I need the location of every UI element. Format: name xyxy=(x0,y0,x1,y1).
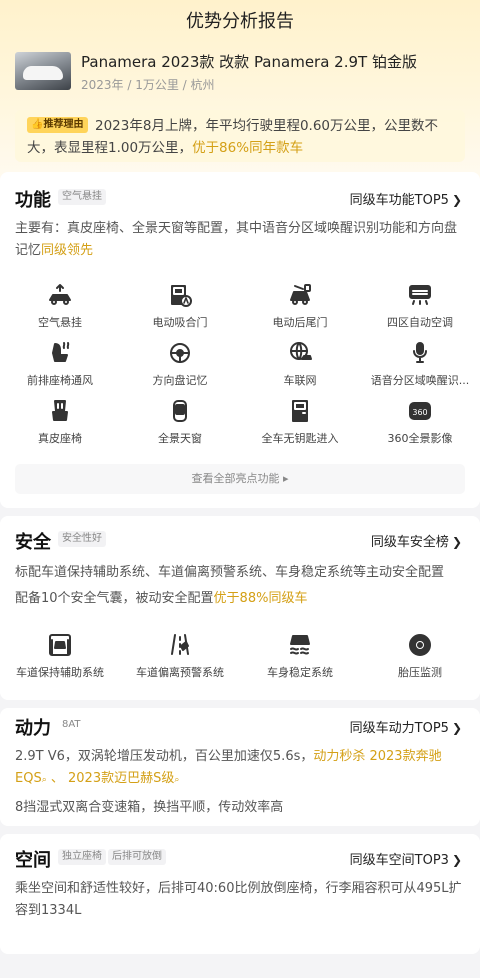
car-summary[interactable]: Panamera 2023款 改款 Panamera 2.9T 铂金版 2023… xyxy=(15,52,417,92)
chevron-right-icon: ❯ xyxy=(451,193,462,207)
features-title: 功能 xyxy=(15,190,51,211)
power-title: 动力 xyxy=(15,718,51,739)
recommend-highlight: 优于86%同年款车 xyxy=(192,140,304,156)
lane-keep-icon xyxy=(0,632,120,658)
keyless-entry-icon xyxy=(240,398,360,424)
safety-rank-link[interactable]: 同级车安全榜 ❯ xyxy=(371,531,462,550)
report-page: 优势分析报告 Panamera 2023款 改款 Panamera 2.9T 铂… xyxy=(0,0,480,978)
connected-car-icon xyxy=(240,340,360,366)
features-rank-link[interactable]: 同级车功能TOP5 ❯ xyxy=(350,189,462,208)
svg-text:360: 360 xyxy=(412,408,427,417)
feature-item-label: 空气悬挂 xyxy=(38,316,82,329)
feature-item[interactable]: 全车无钥匙进入 xyxy=(240,398,360,446)
feature-item[interactable]: 前排座椅通风 xyxy=(0,340,120,388)
lane-departure-icon xyxy=(120,632,240,658)
soft-close-door-icon xyxy=(120,282,240,308)
page-title: 优势分析报告 xyxy=(186,11,294,32)
feature-item[interactable]: 语音分区域唤醒识... xyxy=(360,340,480,388)
space-rank-link[interactable]: 同级车空间TOP3 ❯ xyxy=(350,849,462,868)
climate-control-icon xyxy=(360,282,480,308)
space-title: 空间 xyxy=(15,850,51,871)
camera-360-icon: 360 xyxy=(360,398,480,424)
feature-item-label: 方向盘记忆 xyxy=(152,374,208,387)
safety-item-label: 车道保持辅助系统 xyxy=(16,666,104,679)
safety-item-label: 胎压监测 xyxy=(398,666,442,679)
feature-item-label: 全景天窗 xyxy=(158,432,202,445)
recommend-text: 2023年8月上牌，年平均行驶里程0.60万公里，公里数不大，表显里程1.00万… xyxy=(27,118,439,156)
car-meta: 2023年 / 1万公里 / 杭州 xyxy=(81,78,215,92)
feature-item[interactable]: 360 360全景影像 xyxy=(360,398,480,446)
car-thumbnail xyxy=(15,52,71,90)
stability-control-icon xyxy=(240,632,360,658)
view-all-features-button[interactable]: 查看全部亮点功能 ▸ xyxy=(15,464,465,494)
voice-recognition-icon xyxy=(360,340,480,366)
feature-item[interactable]: 方向盘记忆 xyxy=(120,340,240,388)
safety-card: 安全 安全性好 同级车安全榜 ❯ 标配车道保持辅助系统、车道偏离预警系统、车身稳定… xyxy=(0,516,480,700)
chevron-right-icon: ❯ xyxy=(451,721,462,735)
feature-item[interactable]: 电动吸合门 xyxy=(120,282,240,330)
safety-item[interactable]: 车身稳定系统 xyxy=(240,632,360,680)
safety-item[interactable]: 胎压监测 xyxy=(360,632,480,680)
caret-right-icon: ▸ xyxy=(282,472,289,485)
features-card: 功能 空气悬挂 同级车功能TOP5 ❯ 主要有：真皮座椅、全景天窗等配置，其中语音… xyxy=(0,172,480,508)
feature-item-label: 全车无钥匙进入 xyxy=(261,432,339,445)
search-icon: ⌕ xyxy=(174,775,180,785)
power-tag: 8AT xyxy=(62,719,81,730)
feature-item-label: 四区自动空调 xyxy=(387,316,453,329)
feature-item-label: 360全景影像 xyxy=(387,432,453,445)
feature-item-label: 语音分区域唤醒识... xyxy=(370,374,470,387)
feature-item[interactable]: 四区自动空调 xyxy=(360,282,480,330)
safety-item[interactable]: 车道保持辅助系统 xyxy=(0,632,120,680)
space-tag-seats: 独立座椅 xyxy=(58,849,106,865)
power-desc: 2.9T V6，双涡轮增压发动机，百公里加速仅5.6s，动力秒杀 2023款奔驰… xyxy=(15,749,442,815)
car-name: Panamera 2023款 改款 Panamera 2.9T 铂金版 xyxy=(81,53,417,71)
feature-item-label: 车联网 xyxy=(283,374,317,387)
report-header: 优势分析报告 Panamera 2023款 改款 Panamera 2.9T 铂… xyxy=(0,0,480,180)
chevron-right-icon: ❯ xyxy=(451,853,462,867)
feature-item[interactable]: 真皮座椅 xyxy=(0,398,120,446)
safety-tag: 安全性好 xyxy=(58,531,106,547)
feature-item-label: 电动后尾门 xyxy=(272,316,328,329)
air-suspension-icon xyxy=(0,282,120,308)
panoramic-sunroof-icon xyxy=(120,398,240,424)
feature-item[interactable]: 车联网 xyxy=(240,340,360,388)
recommend-reason: 👍推荐理由 2023年8月上牌，年平均行驶里程0.60万公里，公里数不大，表显里… xyxy=(15,110,465,162)
feature-item[interactable]: 全景天窗 xyxy=(120,398,240,446)
features-tag: 空气悬挂 xyxy=(58,189,106,205)
space-desc: 乘坐空间和舒适性较好，后排可40:60比例放倒座椅，行李厢容积可从495L扩容到… xyxy=(15,881,462,918)
power-card: 动力 8AT 同级车动力TOP5 ❯ 2.9T V6，双涡轮增压发动机，百公里加速… xyxy=(0,708,480,826)
steering-memory-icon xyxy=(120,340,240,366)
feature-item[interactable]: 电动后尾门 xyxy=(240,282,360,330)
competitor-link-maybach[interactable]: 2023款迈巴赫S级⌕ xyxy=(68,771,179,786)
safety-title: 安全 xyxy=(15,532,51,553)
safety-desc: 标配车道保持辅助系统、车道偏离预警系统、车身稳定系统等主动安全配置 配备10个安… xyxy=(15,565,445,606)
feature-item-label: 真皮座椅 xyxy=(38,432,82,445)
leather-seat-icon xyxy=(0,398,120,424)
feature-item-label: 电动吸合门 xyxy=(152,316,208,329)
safety-item-label: 车道偏离预警系统 xyxy=(136,666,224,679)
seat-ventilation-icon xyxy=(0,340,120,366)
feature-item[interactable]: 空气悬挂 xyxy=(0,282,120,330)
power-tailgate-icon xyxy=(240,282,360,308)
power-rank-link[interactable]: 同级车动力TOP5 ❯ xyxy=(350,717,462,736)
tire-pressure-icon xyxy=(360,632,480,658)
chevron-right-icon: ❯ xyxy=(451,535,462,549)
space-tag-foldable: 后排可放倒 xyxy=(108,849,166,865)
safety-item[interactable]: 车道偏离预警系统 xyxy=(120,632,240,680)
feature-item-label: 前排座椅通风 xyxy=(27,374,93,387)
space-card: 空间 独立座椅 后排可放倒 同级车空间TOP3 ❯ 乘坐空间和舒适性较好，后排可4… xyxy=(0,834,480,954)
safety-item-label: 车身稳定系统 xyxy=(267,666,333,679)
features-desc: 主要有：真皮座椅、全景天窗等配置，其中语音分区域唤醒识别功能和方向盘记忆同级领先 xyxy=(15,221,458,258)
